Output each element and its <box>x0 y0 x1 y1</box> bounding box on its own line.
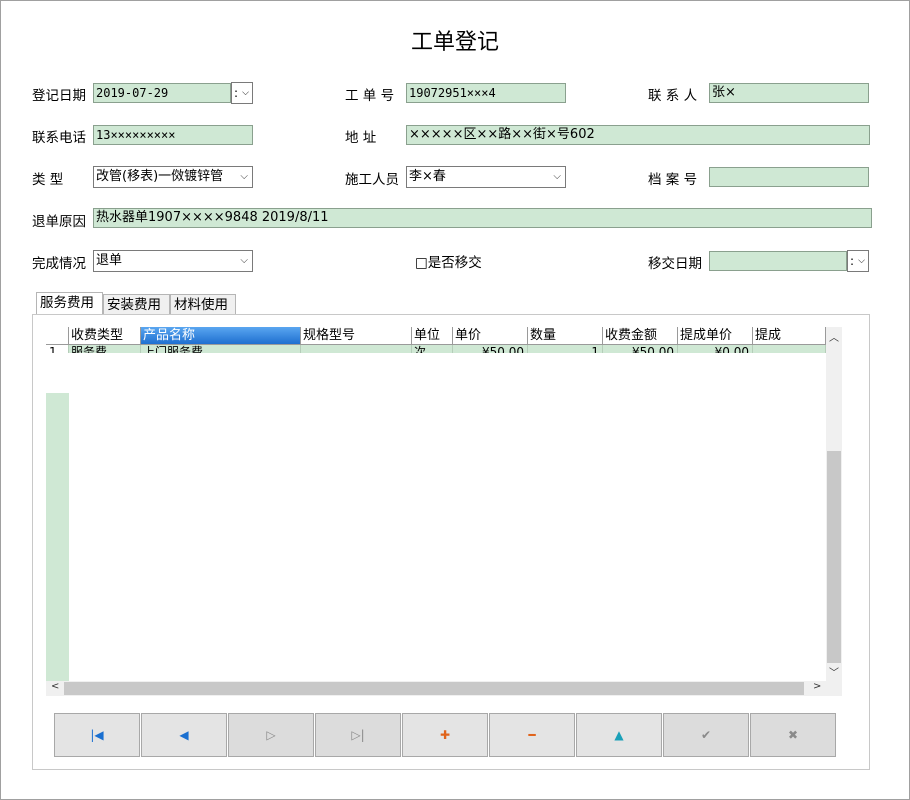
scroll-right-icon[interactable]: > <box>813 681 821 692</box>
table-cell[interactable] <box>753 345 826 353</box>
column-header[interactable]: 收费类型 <box>69 327 141 345</box>
last-record-button[interactable]: ▷| <box>315 713 401 757</box>
vertical-scrollbar[interactable]: ︿ ﹀ <box>826 327 842 681</box>
post-record-icon: ✔ <box>700 728 712 742</box>
archive-field[interactable] <box>709 167 869 187</box>
table-cell[interactable]: 1 <box>528 345 603 353</box>
transfer-date-label: 移交日期 <box>648 256 702 272</box>
table-cell[interactable] <box>301 345 412 353</box>
delete-record-button[interactable]: ━ <box>489 713 575 757</box>
fee-grid[interactable]: 收费类型 产品名称 规格型号 单位 单价 数量 收费金额 提成单价 提成 1 服… <box>46 327 826 681</box>
status-label: 完成情况 <box>32 256 86 272</box>
column-header[interactable]: 收费金额 <box>603 327 678 345</box>
column-header[interactable]: 规格型号 <box>301 327 412 345</box>
transfer-checkbox[interactable]: □是否移交 <box>415 251 482 271</box>
edit-record-icon: ▲ <box>614 728 624 742</box>
chevron-down-icon: ⌵ <box>858 256 865 266</box>
add-record-button[interactable]: ✚ <box>402 713 488 757</box>
reg-date-label: 登记日期 <box>32 88 86 104</box>
transfer-date-picker[interactable]: : ⌵ <box>847 250 869 272</box>
tab-install-fee[interactable]: 安装费用 <box>103 294 170 314</box>
table-cell[interactable]: 上门服务费 <box>141 345 301 353</box>
next-record-button[interactable]: ▷ <box>228 713 314 757</box>
first-record-button[interactable]: |◀ <box>54 713 140 757</box>
horizontal-scroll-thumb[interactable] <box>64 682 804 695</box>
first-record-icon: |◀ <box>90 728 104 742</box>
vertical-scroll-thumb[interactable] <box>827 451 841 663</box>
table-cell[interactable]: ¥50.00 <box>603 345 678 353</box>
column-header[interactable]: 提成单价 <box>678 327 753 345</box>
page-title: 工单登记 <box>410 30 499 55</box>
table-cell[interactable]: ¥0.00 <box>678 345 753 353</box>
chevron-down-icon: ⌵ <box>240 171 248 182</box>
row-indicator-column <box>46 393 69 681</box>
phone-label: 联系电话 <box>32 130 86 146</box>
post-record-button[interactable]: ✔ <box>663 713 749 757</box>
address-field[interactable]: ×××××区××路××街×号602 <box>406 125 870 145</box>
order-no-field[interactable]: 19072951×××4 <box>406 83 566 103</box>
scroll-down-icon[interactable]: ﹀ <box>829 664 839 679</box>
phone-field[interactable]: 13××××××××× <box>93 125 253 145</box>
scroll-up-icon[interactable]: ︿ <box>829 329 839 344</box>
transfer-date-field[interactable] <box>709 251 847 271</box>
prev-record-button[interactable]: ◀ <box>141 713 227 757</box>
worker-dropdown[interactable]: 李×春 ⌵ <box>406 166 566 188</box>
next-record-icon: ▷ <box>266 728 276 742</box>
reg-date-field[interactable]: 2019-07-29 <box>93 83 231 103</box>
add-record-icon: ✚ <box>439 728 451 742</box>
column-header[interactable]: 提成 <box>753 327 826 345</box>
tab-materials[interactable]: 材料使用 <box>170 294 236 314</box>
contact-label: 联 系 人 <box>648 88 698 104</box>
edit-record-button[interactable]: ▲ <box>576 713 662 757</box>
table-cell[interactable]: 服务费 <box>69 345 141 353</box>
archive-label: 档 案 号 <box>648 172 698 188</box>
cancel-record-icon: ✖ <box>787 728 799 742</box>
column-header[interactable]: 产品名称 <box>141 327 301 345</box>
refund-reason-label: 退单原因 <box>32 214 86 230</box>
column-header[interactable]: 单价 <box>453 327 528 345</box>
chevron-down-icon: ⌵ <box>240 255 248 266</box>
last-record-icon: ▷| <box>351 728 365 742</box>
column-header[interactable]: 数量 <box>528 327 603 345</box>
contact-field[interactable]: 张× <box>709 83 869 103</box>
delete-record-icon: ━ <box>528 728 536 742</box>
scroll-left-icon[interactable]: < <box>51 681 59 692</box>
tab-service-fee[interactable]: 服务费用 <box>36 292 103 315</box>
prev-record-icon: ◀ <box>179 728 189 742</box>
table-cell[interactable]: 次 <box>412 345 453 353</box>
column-header[interactable]: 单位 <box>412 327 453 345</box>
table-cell[interactable]: ¥50.00 <box>453 345 528 353</box>
horizontal-scrollbar[interactable]: < > <box>46 681 842 696</box>
type-dropdown[interactable]: 改管(移表)一傚镀锌管 ⌵ <box>93 166 253 188</box>
address-label: 地 址 <box>345 130 377 146</box>
chevron-down-icon: ⌵ <box>553 171 561 182</box>
reg-date-picker[interactable]: : ⌵ <box>231 82 253 104</box>
cancel-record-button[interactable]: ✖ <box>750 713 836 757</box>
status-dropdown[interactable]: 退单 ⌵ <box>93 250 253 272</box>
refund-reason-field[interactable]: 热水器单1907××××9848 2019/8/11 <box>93 208 872 228</box>
order-no-label: 工 单 号 <box>345 88 395 104</box>
row-number: 1 <box>46 345 69 353</box>
worker-label: 施工人员 <box>345 172 399 188</box>
chevron-down-icon: ⌵ <box>242 88 249 98</box>
row-indicator-header <box>46 327 69 345</box>
type-label: 类 型 <box>32 172 64 188</box>
